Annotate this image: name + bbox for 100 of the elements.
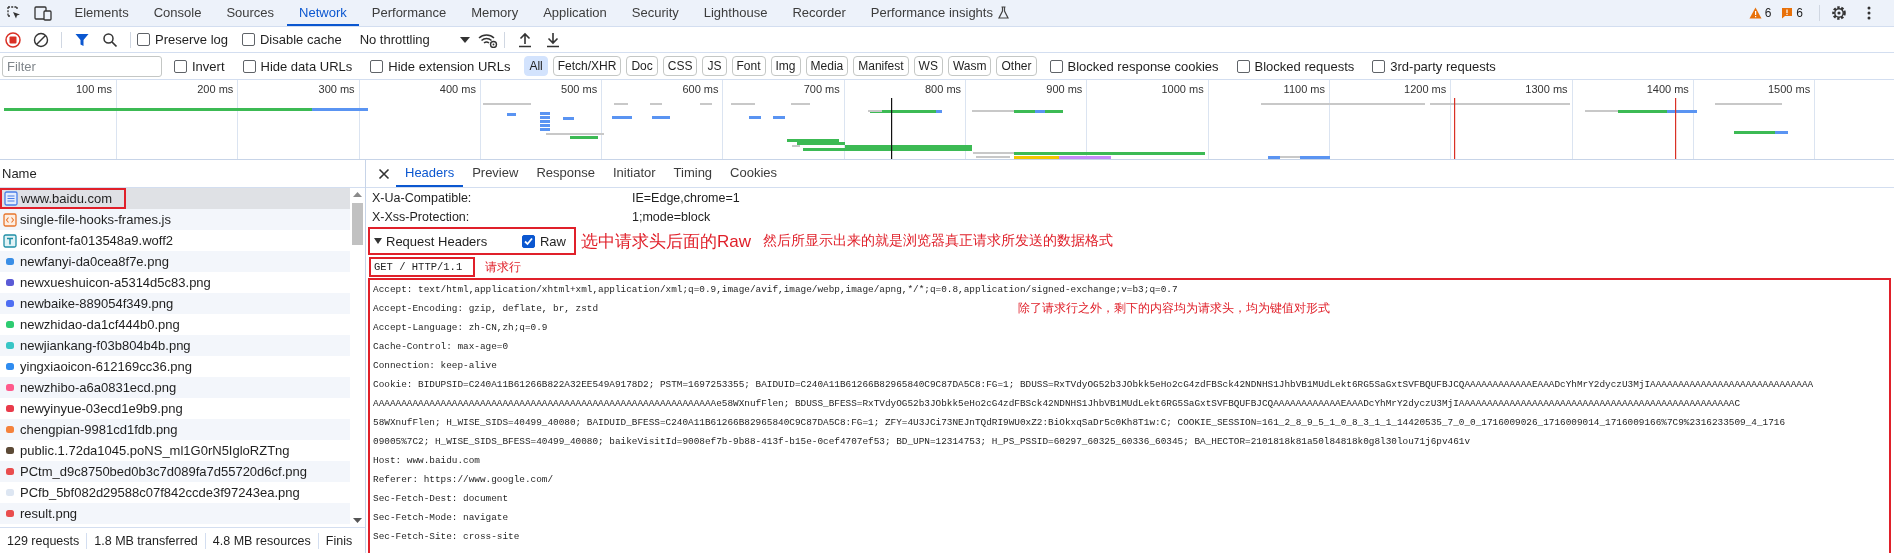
tab[interactable]: Network [286, 0, 360, 26]
download-icon[interactable] [544, 31, 561, 48]
warning-icon[interactable] [1748, 7, 1762, 19]
tab[interactable]: Console [141, 0, 214, 26]
file-name: PCfb_5bf082d29588c07f842ccde3f97243ea.png [20, 485, 300, 500]
filter-chip[interactable]: CSS [662, 56, 698, 76]
tick-label: 1400 ms [1646, 83, 1689, 95]
tab[interactable]: Elements [62, 0, 142, 26]
checkbox[interactable] [174, 59, 187, 73]
request-row[interactable]: public.1.72da1045.poNS_ml1G0rN5IgloRZTng [0, 440, 350, 461]
tab[interactable]: Response [527, 160, 604, 187]
close-icon[interactable] [378, 167, 390, 180]
filter-chip[interactable]: JS [702, 56, 727, 76]
annotation-text: 除了请求行之外，剩下的内容均为请求头，均为键值对形式 [1018, 301, 1330, 316]
checkbox-label[interactable]: 3rd-party requests [1390, 58, 1496, 74]
checkbox-label[interactable]: Disable cache [260, 32, 342, 47]
tab[interactable]: Performance insights [858, 0, 1022, 26]
annotation-text: 然后所显示出来的就是浏览器真正请求所发送的数据格式 [763, 232, 1113, 250]
checkbox-label[interactable]: Blocked response cookies [1067, 58, 1219, 74]
status-text: 1.8 MB transferred [87, 532, 206, 549]
request-row[interactable]: PCtm_d9c8750bed0b3c7d089fa7d55720d6cf.png [0, 461, 350, 482]
filter-chip[interactable]: WS [913, 56, 943, 76]
filter-chip[interactable]: All [524, 56, 548, 76]
tick-label: 700 ms [803, 83, 840, 95]
stop-recording-icon[interactable] [5, 31, 21, 48]
request-row[interactable]: newbaike-889054f349.png [0, 293, 350, 314]
checkbox[interactable] [242, 33, 255, 46]
checkbox-label[interactable]: Preserve log [155, 32, 228, 47]
tab[interactable]: Performance [359, 0, 459, 26]
scrollbar-thumb[interactable] [352, 203, 363, 245]
filter-chip[interactable]: Fetch/XHR [552, 56, 622, 76]
network-conditions-icon[interactable] [477, 31, 498, 48]
request-row[interactable]: newjiankang-f03b804b4b.png [0, 335, 350, 356]
section-title[interactable]: Request Headers [386, 233, 518, 249]
tab[interactable]: Memory [458, 0, 531, 26]
tab[interactable]: Timing [664, 160, 722, 187]
checkbox-label[interactable]: Raw [540, 233, 566, 249]
throttling-dropdown[interactable]: No throttling [359, 32, 470, 47]
tab[interactable]: Security [619, 0, 692, 26]
issue-count[interactable]: 6 [1764, 6, 1772, 20]
request-row[interactable]: newzhibo-a6a0831ecd.png [0, 377, 350, 398]
tab[interactable]: Sources [213, 0, 287, 26]
filter-chip[interactable]: Doc [626, 56, 658, 76]
file-name: newbaike-889054f349.png [20, 296, 174, 311]
request-row[interactable]: PCfb_5bf082d29588c07f842ccde3f97243ea.png [0, 482, 350, 503]
request-row[interactable]: newfanyi-da0cea8f7e.png [0, 251, 350, 272]
issue-count[interactable]: 6 [1796, 6, 1803, 20]
file-name: newjiankang-f03b804b4b.png [20, 338, 191, 353]
filter-chip[interactable]: Manifest [853, 56, 909, 76]
expanded-triangle-icon[interactable] [374, 237, 382, 245]
filter-chip[interactable]: Font [731, 56, 766, 76]
filter-chip[interactable]: Other [996, 56, 1037, 76]
file-name: PCtm_d9c8750bed0b3c7d089fa7d55720d6cf.png [20, 464, 307, 479]
checkbox[interactable] [137, 33, 150, 46]
request-row[interactable]: chengpian-9981cd1fdb.png [0, 419, 350, 440]
filter-chip[interactable]: Wasm [947, 56, 992, 76]
header-line: Sec-Fetch-Site: cross-site [373, 530, 520, 544]
tick-label: 1100 ms [1283, 83, 1325, 95]
tab[interactable]: Cookies [721, 160, 787, 187]
request-row[interactable]: www.baidu.com [0, 188, 350, 209]
checkbox[interactable] [1049, 59, 1063, 73]
device-icon[interactable] [34, 5, 52, 21]
issue-icon[interactable] [1781, 7, 1794, 19]
scroll-up-icon[interactable] [353, 192, 362, 197]
request-row[interactable]: single-file-hooks-frames.js [0, 209, 350, 230]
checkbox[interactable] [522, 234, 535, 248]
request-row[interactable]: iconfont-fa013548a9.woff2 [0, 230, 350, 251]
flask-icon [997, 5, 1009, 19]
checkbox-label[interactable]: Hide extension URLs [388, 58, 511, 74]
filter-icon[interactable] [74, 31, 90, 48]
checkbox-label[interactable]: Hide data URLs [260, 58, 353, 74]
column-header[interactable]: Name [2, 166, 37, 181]
filter-field[interactable]: Filter [2, 55, 162, 77]
tab[interactable]: Application [530, 0, 620, 26]
filter-chip[interactable]: Img [770, 56, 801, 76]
request-row[interactable]: newxueshuicon-a5314d5c83.png [0, 272, 350, 293]
checkbox[interactable] [1372, 59, 1386, 73]
search-icon[interactable] [102, 31, 118, 48]
upload-icon[interactable] [516, 31, 533, 48]
filter-chip[interactable]: Media [805, 56, 849, 76]
tab[interactable]: Lighthouse [691, 0, 780, 26]
tab[interactable]: Recorder [779, 0, 859, 26]
request-row[interactable]: result.png [0, 503, 350, 524]
file-name: public.1.72da1045.poNS_ml1G0rN5IgloRZTng [20, 443, 290, 458]
request-row[interactable]: yingxiaoicon-612169cc36.png [0, 356, 350, 377]
scroll-down-icon[interactable] [353, 518, 362, 523]
file-name: chengpian-9981cd1fdb.png [20, 422, 178, 437]
checkbox-label[interactable]: Invert [192, 58, 225, 74]
request-row[interactable]: newyinyue-03ecd1e9b9.png [0, 398, 350, 419]
tab[interactable]: Initiator [603, 160, 665, 187]
clear-icon[interactable] [33, 31, 49, 48]
checkbox-label[interactable]: Blocked requests [1254, 58, 1355, 74]
checkbox[interactable] [242, 59, 256, 73]
checkbox[interactable] [370, 59, 384, 73]
settings-icon[interactable] [1830, 4, 1848, 22]
font-icon [3, 233, 17, 248]
tab[interactable]: Headers [396, 160, 464, 187]
tab[interactable]: Preview [463, 160, 528, 187]
request-row[interactable]: newzhidao-da1cf444b0.png [0, 314, 350, 335]
checkbox[interactable] [1236, 59, 1250, 73]
